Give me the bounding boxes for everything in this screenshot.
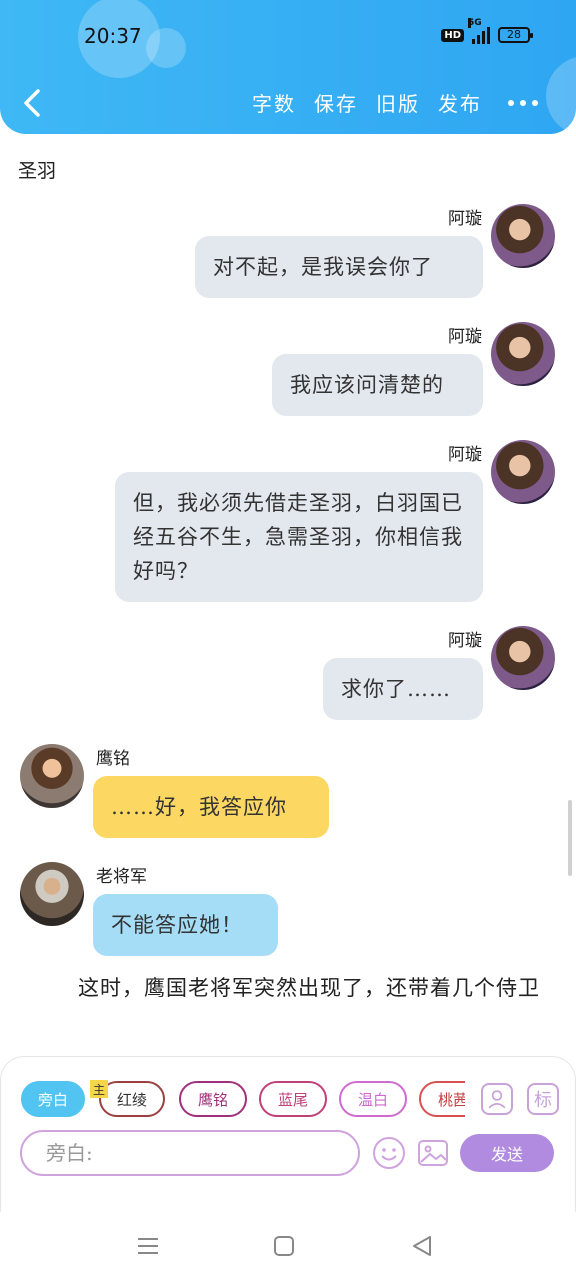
speaker-name: 阿璇 [448, 445, 482, 465]
system-nav-bar [0, 1212, 576, 1280]
role-chip[interactable]: 桃茜 [419, 1081, 465, 1117]
old-version-button[interactable]: 旧版 [376, 88, 420, 117]
battery-icon: 28 [498, 27, 533, 43]
main-role-tag: 主 [90, 1080, 108, 1098]
avatar[interactable] [491, 204, 555, 268]
speaker-name: 鹰铭 [96, 749, 130, 769]
role-chip-row: 旁白 红绫 鹰铭 蓝尾 温白 桃茜 [21, 1081, 465, 1121]
word-count-button[interactable]: 字数 [252, 88, 296, 117]
decorative-bubble [146, 28, 186, 68]
speaker-name: 阿璇 [448, 209, 482, 229]
tag-button[interactable]: 标 [527, 1083, 559, 1115]
publish-button[interactable]: 发布 [438, 88, 482, 117]
chat-bubble[interactable]: 但，我必须先借走圣羽，白羽国已经五谷不生，急需圣羽，你相信我好吗？ [115, 472, 483, 602]
role-chip[interactable]: 温白 [339, 1081, 407, 1117]
narration-text[interactable]: 这时，鹰国老将军突然出现了，还带着几个侍卫 [26, 970, 556, 1006]
role-chip[interactable]: 蓝尾 [259, 1081, 327, 1117]
avatar[interactable] [491, 626, 555, 690]
role-chip[interactable]: 红绫 [99, 1081, 165, 1117]
person-icon[interactable] [481, 1083, 513, 1115]
avatar[interactable] [491, 322, 555, 386]
avatar[interactable] [20, 744, 84, 808]
menu-icon[interactable] [134, 1232, 162, 1260]
role-chip[interactable]: 鹰铭 [179, 1081, 247, 1117]
status-time: 20:37 [84, 24, 142, 48]
scrollbar[interactable] [568, 800, 572, 876]
status-icons: HD 5G 28 [441, 18, 533, 44]
message-input[interactable]: 旁白: [20, 1130, 360, 1176]
role-chip-narrator[interactable]: 旁白 [21, 1081, 85, 1117]
speaker-name: 阿璇 [448, 631, 482, 651]
signal-icon: 5G [468, 18, 490, 44]
section-label: 圣羽 [18, 160, 57, 182]
app-header: 20:37 HD 5G 28 字数 保存 旧版 发布 [0, 0, 576, 134]
speaker-name: 老将军 [96, 867, 147, 887]
network-type: 5G [468, 18, 482, 28]
avatar[interactable] [20, 862, 84, 926]
send-button[interactable]: 发送 [460, 1134, 554, 1172]
decorative-bubble [546, 56, 576, 134]
chat-bubble[interactable]: ……好，我答应你 [93, 776, 329, 838]
chevron-left-icon[interactable] [20, 88, 44, 118]
chat-bubble[interactable]: 我应该问清楚的 [272, 354, 483, 416]
speaker-name: 阿璇 [448, 327, 482, 347]
save-button[interactable]: 保存 [314, 88, 358, 117]
hd-icon: HD [441, 28, 464, 42]
chat-bubble[interactable]: 求你了…… [323, 658, 483, 720]
header-actions: 字数 保存 旧版 发布 [252, 88, 482, 117]
chat-bubble[interactable]: 不能答应她！ [93, 894, 278, 956]
back-triangle-icon[interactable] [408, 1232, 436, 1260]
emoji-icon[interactable] [372, 1136, 406, 1170]
image-icon[interactable] [416, 1136, 450, 1170]
more-dots-icon[interactable] [508, 100, 538, 106]
chat-bubble[interactable]: 对不起，是我误会你了 [195, 236, 483, 298]
avatar[interactable] [491, 440, 555, 504]
home-square-icon[interactable] [270, 1232, 298, 1260]
